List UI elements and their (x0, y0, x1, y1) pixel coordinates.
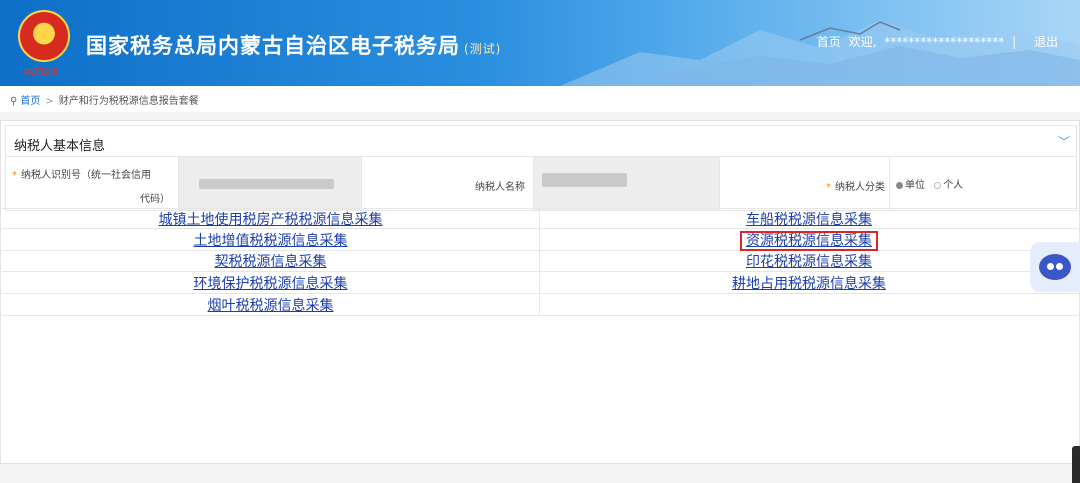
radio-unit[interactable]: 单位 (896, 180, 925, 191)
link-stamp-tax[interactable]: 印花税税源信息采集 (746, 252, 872, 272)
table-row: 城镇土地使用税房产税税源信息采集 车船税税源信息采集 (2, 208, 1078, 230)
table-row: 环境保护税税源信息采集 耕地占用税税源信息采集 (2, 273, 1078, 294)
site-title: 国家税务总局内蒙古自治区电子税务局 (测试) (86, 30, 501, 60)
redacted-value (542, 173, 627, 187)
tax-emblem-logo: ★ (18, 10, 70, 62)
home-link[interactable]: 首页 (817, 35, 841, 49)
radio-unselected-icon (934, 182, 942, 189)
site-title-suffix: (测试) (464, 42, 502, 56)
taxpayer-type-label-cell: * 纳税人分类 (720, 157, 890, 210)
taxpayer-type-label: 纳税人分类 (835, 182, 885, 193)
panel-title: 纳税人基本信息 (14, 139, 106, 154)
link-resource-tax[interactable]: 资源税税源信息采集 (740, 231, 878, 251)
assistant-button[interactable] (1030, 242, 1080, 292)
username-masked: ******************** (884, 35, 1005, 49)
table-row: 契税税源信息采集 印花税税源信息采集 (2, 251, 1078, 272)
taxpayer-info-row: * 纳税人识别号（统一社会信用 代码） 纳税人名称 * 纳税人分类 单位 个人 (5, 157, 1077, 211)
taxpayer-name-label-cell: 纳税人名称 (362, 157, 534, 210)
panel-header[interactable]: 纳税人基本信息 ﹀ (5, 125, 1077, 157)
link-farmland-occupation-tax[interactable]: 耕地占用税税源信息采集 (732, 274, 886, 294)
link-environmental-tax[interactable]: 环境保护税税源信息采集 (194, 274, 348, 294)
link-land-appreciation-tax[interactable]: 土地增值税税源信息采集 (194, 231, 348, 251)
table-row: 烟叶税税源信息采集 (2, 295, 1078, 316)
robot-icon (1039, 254, 1071, 280)
breadcrumb-current: 财产和行为税税源信息报告套餐 (58, 96, 199, 107)
breadcrumb: ⚲ 首页 > 财产和行为税税源信息报告套餐 (0, 86, 1080, 112)
redacted-value (199, 179, 334, 189)
link-deed-tax[interactable]: 契税税源信息采集 (215, 252, 327, 272)
link-vehicle-vessel-tax[interactable]: 车船税税源信息采集 (746, 210, 872, 230)
required-mark: * (12, 170, 17, 181)
taxpayer-type-options: 单位 个人 (890, 157, 1078, 210)
chevron-down-icon[interactable]: ﹀ (1058, 133, 1070, 150)
welcome-text: 欢迎, (848, 35, 877, 49)
location-pin-icon: ⚲ (10, 96, 18, 107)
taxpayer-id-label: 纳税人识别号（统一社会信用 (21, 170, 151, 181)
emblem-caption: 中国税务 (22, 68, 59, 78)
breadcrumb-separator: > (45, 96, 54, 107)
logout-link[interactable]: 退出 (1034, 35, 1058, 49)
site-title-text: 国家税务总局内蒙古自治区电子税务局 (86, 34, 460, 58)
site-header: ★ 中国税务 国家税务总局内蒙古自治区电子税务局 (测试) 首页 欢迎, ****… (0, 0, 1080, 86)
header-user-bar: 首页 欢迎, ******************** | 退出 (813, 33, 1058, 50)
taxpayer-id-field[interactable] (179, 157, 362, 210)
star-icon: ★ (35, 20, 53, 41)
radio-selected-icon (896, 182, 903, 189)
taxpayer-name-label: 纳税人名称 (475, 182, 525, 193)
table-row: 土地增值税税源信息采集 资源税税源信息采集 (2, 230, 1078, 251)
taxpayer-id-label-cell: * 纳税人识别号（统一社会信用 代码） (6, 157, 179, 210)
taxpayer-name-field[interactable] (534, 157, 720, 210)
taxpayer-id-label-2: 代码） (140, 194, 170, 205)
link-urban-land-property-tax[interactable]: 城镇土地使用税房产税税源信息采集 (159, 210, 383, 230)
radio-individual[interactable]: 个人 (934, 180, 963, 191)
header-divider: | (1012, 35, 1017, 49)
required-mark: * (826, 182, 831, 193)
link-tobacco-leaf-tax[interactable]: 烟叶税税源信息采集 (208, 296, 334, 316)
breadcrumb-home[interactable]: 首页 (20, 96, 40, 107)
scrollbar-handle[interactable] (1072, 446, 1080, 483)
